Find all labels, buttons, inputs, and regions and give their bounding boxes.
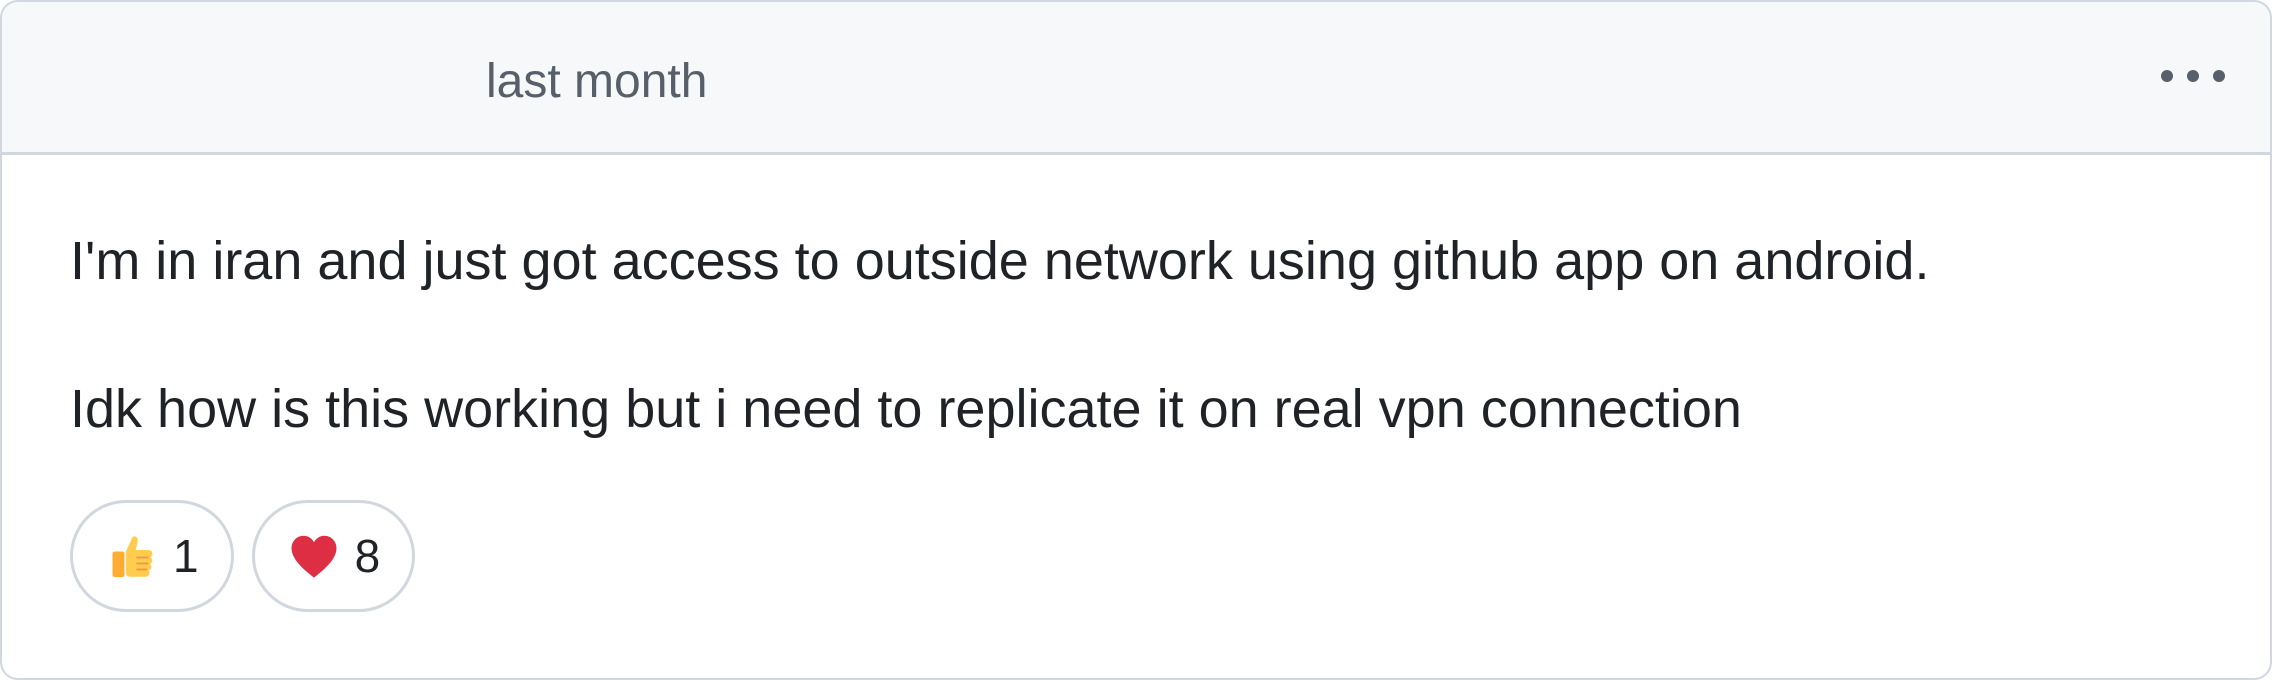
reaction-count: 8 xyxy=(354,530,381,582)
thumbs-up-icon xyxy=(112,536,153,577)
comment-options-button[interactable] xyxy=(2148,54,2238,98)
kebab-horizontal-icon-dot xyxy=(2213,70,2225,82)
comment-paragraph: I'm in iran and just got access to outsi… xyxy=(70,231,1930,291)
kebab-horizontal-icon-dot xyxy=(2187,70,2199,82)
kebab-horizontal-icon xyxy=(2161,70,2173,82)
comment-body: I'm in iran and just got access to outsi… xyxy=(70,230,2210,440)
comment-card: last month I'm in iran and just got acce… xyxy=(0,0,2272,680)
heart-icon xyxy=(291,535,337,578)
comment-timestamp[interactable]: last month xyxy=(486,54,707,110)
reaction-count: 1 xyxy=(173,530,199,582)
reaction-thumbs-up-button[interactable]: 1 xyxy=(70,500,234,612)
reaction-heart-button[interactable]: 8 xyxy=(251,500,416,612)
comment-header: last month xyxy=(2,2,2270,155)
reactions-bar: 1 8 xyxy=(70,500,416,612)
comment-paragraph: Idk how is this working but i need to re… xyxy=(70,379,1742,439)
